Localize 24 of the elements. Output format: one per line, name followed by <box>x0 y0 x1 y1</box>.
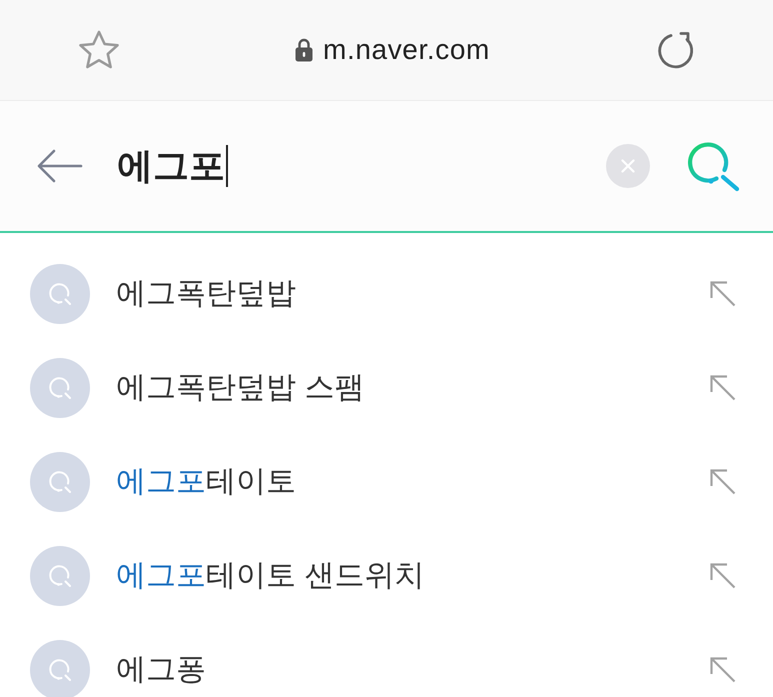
suggestion-text[interactable]: 에그포테이토 샌드위치 <box>116 556 710 596</box>
search-icon[interactable] <box>686 140 740 192</box>
search-icon <box>30 358 90 418</box>
search-icon <box>30 452 90 512</box>
lock-icon <box>295 38 314 62</box>
search-field[interactable]: 에그포 <box>117 141 606 191</box>
arrow-up-left-icon[interactable] <box>710 375 736 401</box>
text-cursor-icon <box>226 145 228 187</box>
star-icon[interactable] <box>77 29 121 71</box>
arrow-up-left-icon[interactable] <box>710 563 736 589</box>
close-icon <box>621 159 635 173</box>
suggestion-text[interactable]: 에그포테이토 <box>116 462 710 502</box>
url-text[interactable]: m.naver.com <box>323 32 490 68</box>
search-icon <box>30 264 90 324</box>
arrow-up-left-icon[interactable] <box>710 469 736 495</box>
suggestion-text[interactable]: 에그폭탄덮밥 <box>116 274 710 314</box>
arrow-up-left-icon[interactable] <box>710 657 736 683</box>
arrow-up-left-icon[interactable] <box>710 281 736 307</box>
search-icon <box>30 546 90 606</box>
back-arrow-icon[interactable] <box>37 149 83 183</box>
suggestion-text[interactable]: 에그폭탄덮밥 스팸 <box>116 368 710 408</box>
clear-button[interactable] <box>606 144 650 188</box>
suggestion-text[interactable]: 에그퐁 <box>116 650 710 690</box>
reload-icon[interactable] <box>656 30 696 70</box>
